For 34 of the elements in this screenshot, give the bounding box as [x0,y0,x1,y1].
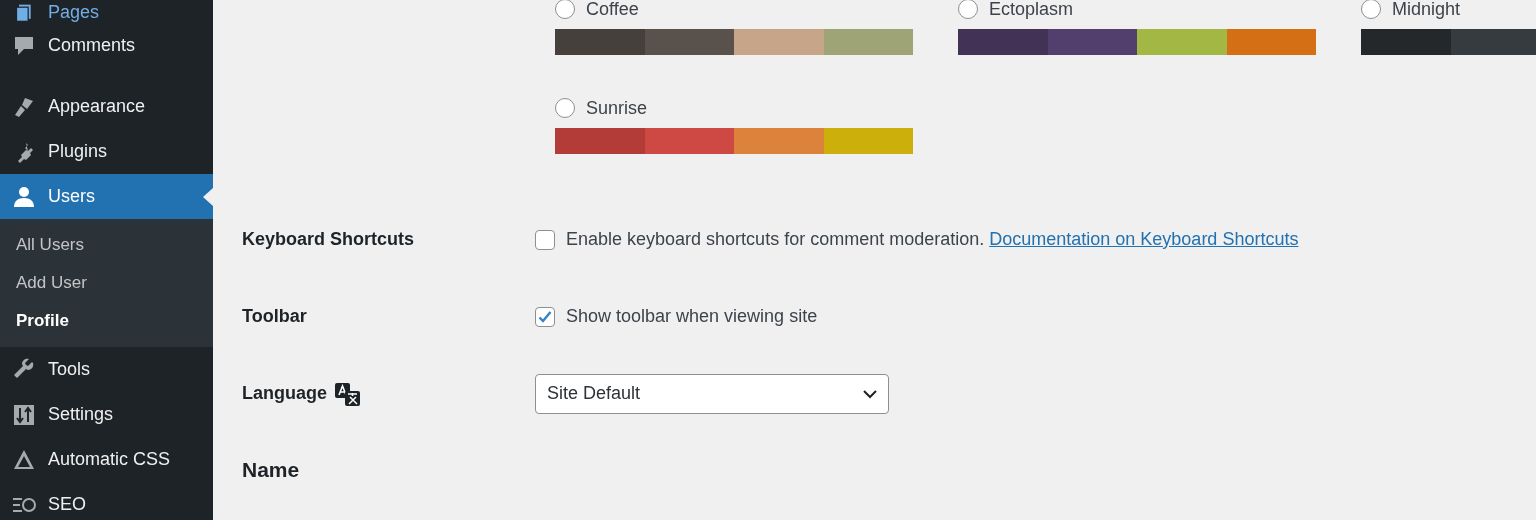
checkbox[interactable] [535,229,555,250]
scheme-name: Coffee [586,0,639,20]
scheme-name: Ectoplasm [989,0,1074,20]
documentation-link[interactable]: Documentation on Keyboard Shortcuts [989,229,1299,249]
sidebar-item[interactable]: Pages [0,0,213,23]
user-icon [12,184,36,209]
radio-button[interactable] [958,0,978,19]
submenu-item[interactable]: All Users [0,226,213,264]
radio-button[interactable] [555,0,575,19]
submenu-item[interactable]: Add User [0,264,213,302]
field-label: Language [242,383,327,404]
translate-icon [335,381,361,406]
sidebar-item[interactable]: Appearance [0,84,213,129]
scheme-name: Sunrise [586,97,648,119]
checkbox-label: Enable keyboard shortcuts for comment moderation. Documentation on Keyboard Shortcuts [566,229,1299,250]
sidebar-item[interactable]: SEO [0,482,213,520]
sidebar-item[interactable]: Automatic CSS [0,437,213,482]
submenu-item[interactable]: Profile [0,302,213,340]
sidebar-item[interactable]: Users [0,174,213,219]
sidebar-item[interactable]: Plugins [0,129,213,174]
language-select[interactable]: Site Default [535,373,889,414]
sidebar-item[interactable]: Settings [0,392,213,437]
radio-button[interactable] [555,98,575,118]
checkbox[interactable] [535,306,555,327]
field-label: Keyboard Shortcuts [242,229,415,250]
sliders-icon [12,402,36,427]
checkbox-label: Show toolbar when viewing site [566,306,818,327]
scheme-name: Midnight [1392,0,1461,20]
radio-button[interactable] [1361,0,1381,19]
sidebar-item[interactable]: Tools [0,347,213,392]
field-label: Toolbar [242,306,307,327]
sidebar-item[interactable]: Comments [0,23,213,68]
current-pointer [203,188,213,206]
section-heading: Name [242,456,301,483]
